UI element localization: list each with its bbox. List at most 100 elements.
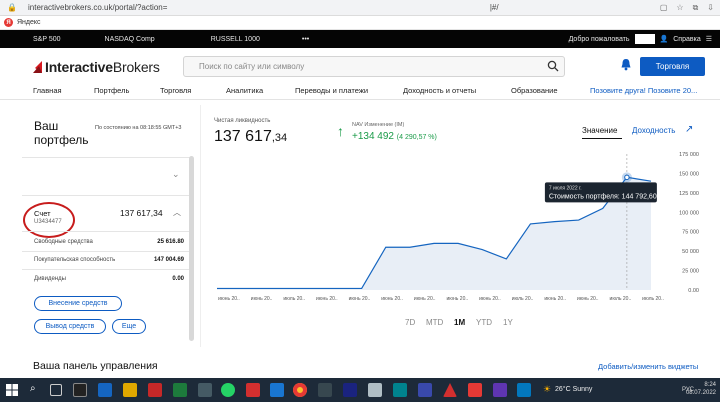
chevron-down-icon[interactable]: ⌄ <box>172 169 180 180</box>
nav-change-value: +134 492 (4 290,57 %) <box>352 131 437 142</box>
range-mtd[interactable]: MTD <box>426 318 443 327</box>
search-icon[interactable]: ⌕ <box>30 383 36 394</box>
site-header: Interactive Brokers Поиск по сайту или си… <box>0 48 720 82</box>
browser-address-bar: 🔒 interactivebrokers.co.uk/portal/?actio… <box>0 0 720 16</box>
y-tick-label: 175 000 <box>679 152 699 158</box>
bookmark-icon[interactable]: ☆ <box>676 3 683 13</box>
bell-icon[interactable] <box>620 58 632 71</box>
y-tick-label: 150 000 <box>679 171 699 177</box>
ticker-nasdaq[interactable]: NASDAQ Comp <box>99 36 155 43</box>
withdraw-button[interactable]: Вывод средств <box>34 319 106 334</box>
chevron-up-icon[interactable]: ︿ <box>173 207 181 218</box>
x-tick-label: июль 20.. <box>512 296 534 302</box>
app-icon[interactable] <box>368 383 382 397</box>
app-icon[interactable] <box>343 383 357 397</box>
main-nav: Главная Портфель Торговля Аналитика Пере… <box>0 82 720 100</box>
ticker-russell[interactable]: RUSSELL 1000 <box>205 36 260 43</box>
app-icon[interactable] <box>493 383 507 397</box>
ticker-more[interactable]: ••• <box>296 36 309 43</box>
more-button[interactable]: Еще <box>112 319 146 334</box>
ib-logo[interactable]: Interactive Brokers <box>33 59 160 75</box>
whatsapp-icon[interactable] <box>221 383 235 397</box>
portfolio-chart[interactable]: 175 000 150 000 125 000 100 000 75 000 50 000… <box>213 148 703 313</box>
weather[interactable]: 26°C Sunny <box>555 386 592 393</box>
task-view-icon[interactable] <box>50 384 62 396</box>
range-1y[interactable]: 1Y <box>503 318 513 327</box>
divider <box>22 269 190 270</box>
url-text[interactable]: interactivebrokers.co.uk/portal/?action= <box>24 3 490 12</box>
nav-research[interactable]: Аналитика <box>226 86 263 95</box>
app-icon[interactable] <box>246 383 260 397</box>
nav-change-label: NAV Изменение (IM) <box>352 122 405 128</box>
x-tick-label: июль 20.. <box>642 296 664 302</box>
portfolio-title: Ваш портфель <box>34 119 89 147</box>
bookmark-yandex[interactable]: Яндекс <box>17 19 41 26</box>
trade-button[interactable]: Торговля <box>640 57 705 76</box>
nav-portfolio[interactable]: Портфель <box>94 86 129 95</box>
folder-icon[interactable] <box>123 383 137 397</box>
x-tick-label: июль 20.. <box>283 296 305 302</box>
y-tick-label: 50 000 <box>682 249 699 255</box>
excel-icon[interactable] <box>173 383 187 397</box>
nav-reports[interactable]: Доходность и отчеты <box>403 86 476 95</box>
search-input[interactable]: Поиск по сайту или символу <box>183 56 565 77</box>
tab-yield[interactable]: Доходность <box>632 126 675 135</box>
app-icon[interactable] <box>318 383 332 397</box>
nav-home[interactable]: Главная <box>33 86 62 95</box>
y-tick-label: 0.00 <box>688 288 699 294</box>
clock[interactable]: 8:24 08.07.2022 <box>686 381 716 397</box>
net-liquidity-label: Чистая ликвидность <box>214 118 271 124</box>
app-icon[interactable] <box>73 383 87 397</box>
extensions-icon[interactable]: ⧉ <box>693 3 699 13</box>
user-icon[interactable]: 👤 <box>660 35 669 43</box>
highlight-point[interactable] <box>624 174 630 181</box>
app-icon[interactable] <box>517 383 531 397</box>
app-icon[interactable] <box>468 383 482 397</box>
scrollbar[interactable] <box>189 156 194 341</box>
ticker-sp500[interactable]: S&P 500 <box>27 36 61 43</box>
range-1m[interactable]: 1M <box>454 318 465 327</box>
chrome-icon[interactable] <box>293 383 307 397</box>
range-ytd[interactable]: YTD <box>476 318 492 327</box>
tabs-icon[interactable]: ▢ <box>660 3 668 13</box>
nav-invite-friend[interactable]: Позовите друга! Позовите 20... <box>590 86 697 95</box>
app-icon[interactable] <box>393 383 407 397</box>
edit-widgets-link[interactable]: Добавить/изменить виджеты <box>598 362 698 371</box>
app-icon[interactable] <box>418 383 432 397</box>
store-icon[interactable] <box>98 383 112 397</box>
app-icon[interactable] <box>270 383 284 397</box>
username-box[interactable] <box>634 34 655 44</box>
url-tail: |#/ <box>489 3 499 12</box>
help-link[interactable]: Справка <box>673 36 700 43</box>
account-label: Счет <box>34 209 51 218</box>
search-icon[interactable] <box>547 60 559 72</box>
arrow-up-icon: ↑ <box>337 123 344 139</box>
cash-row: Свободные средства 25 616.80 <box>34 239 184 245</box>
yandex-icon: Я <box>4 18 13 27</box>
tab-value[interactable]: Значение <box>582 126 617 135</box>
angular-icon[interactable] <box>443 383 457 397</box>
x-tick-label: июнь 20.. <box>544 296 566 302</box>
download-icon[interactable]: ⇩ <box>707 3 714 13</box>
deposit-button[interactable]: Внесение средств <box>34 296 122 311</box>
ticker-bar: S&P 500 NASDAQ Comp RUSSELL 1000 ••• Доб… <box>0 30 720 48</box>
x-tick-label: июнь 20.. <box>577 296 599 302</box>
app-icon[interactable] <box>198 383 212 397</box>
nav-education[interactable]: Образование <box>511 86 558 95</box>
y-tick-label: 75 000 <box>682 230 699 236</box>
menu-icon[interactable]: ☰ <box>706 35 712 43</box>
expand-icon[interactable]: ↗ <box>685 124 693 135</box>
media-icon[interactable] <box>148 383 162 397</box>
nav-trading[interactable]: Торговля <box>160 86 191 95</box>
divider <box>22 231 190 232</box>
buying-power-row: Покупательская способность 147 004.69 <box>34 257 184 263</box>
net-liquidity-value: 137 617,34 <box>214 128 288 145</box>
x-tick-label: июнь 20.. <box>414 296 436 302</box>
tooltip-value: Стоимость портфеля: 144 792,60 <box>549 193 657 200</box>
nav-transfers[interactable]: Переводы и платежи <box>295 86 368 95</box>
y-tick-label: 25 000 <box>682 269 699 275</box>
windows-start-icon[interactable] <box>6 384 18 396</box>
active-tab-underline <box>582 138 622 139</box>
y-tick-label: 125 000 <box>679 191 699 197</box>
range-7d[interactable]: 7D <box>405 318 415 327</box>
